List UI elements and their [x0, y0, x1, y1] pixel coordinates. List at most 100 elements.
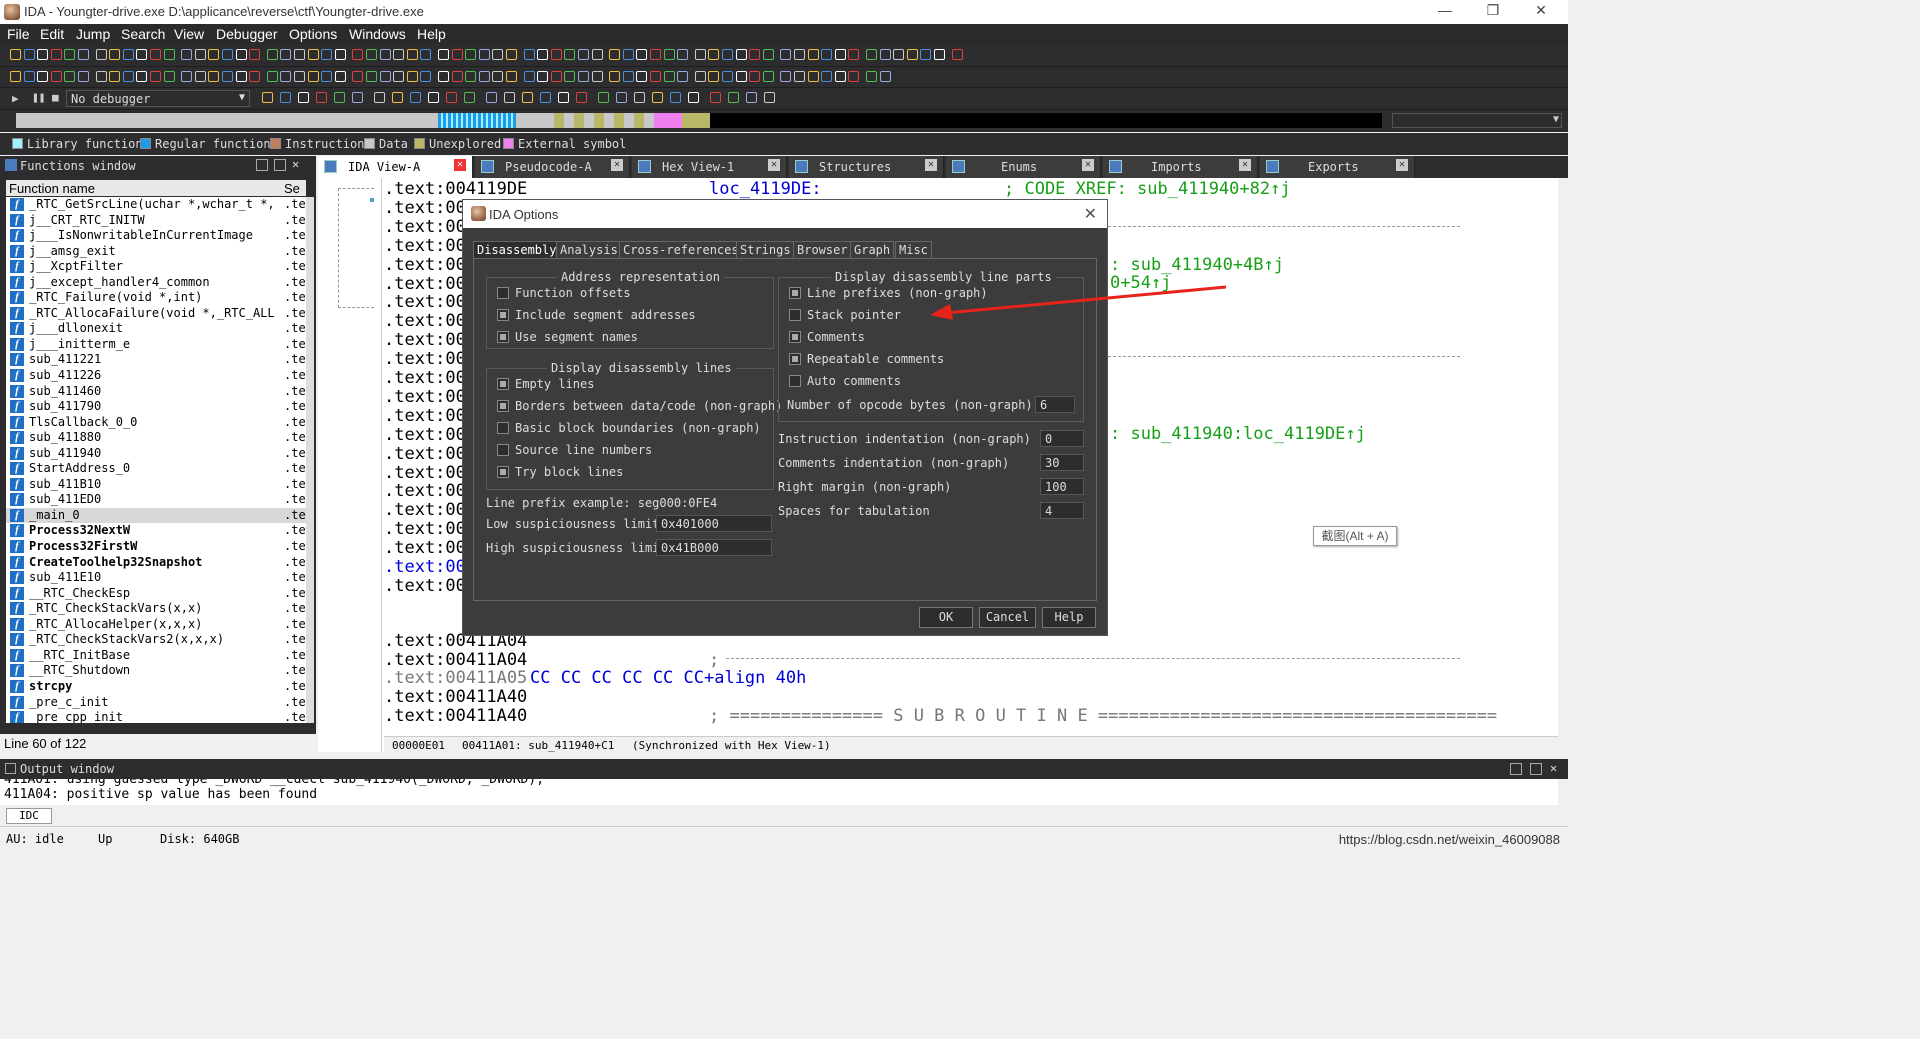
- toolbar-button-icon[interactable]: [392, 92, 403, 103]
- function-list-item[interactable]: f j___IsNonwritableInCurrentImage .te: [6, 228, 306, 244]
- function-list-item[interactable]: f sub_411880 .te: [6, 430, 306, 446]
- toolbar-button-icon[interactable]: [762, 49, 774, 60]
- function-list-item[interactable]: f j__except_handler4_common .te: [6, 275, 306, 291]
- toolbar-button-icon[interactable]: [764, 92, 775, 103]
- basic-block-boundaries-checkbox[interactable]: Basic block boundaries (non-graph): [497, 421, 761, 435]
- close-icon[interactable]: ✕: [454, 159, 466, 171]
- instruction-indentation-input[interactable]: 0: [1040, 430, 1084, 447]
- menu-windows[interactable]: Windows: [349, 26, 406, 42]
- toolbar-button-icon[interactable]: [266, 71, 278, 82]
- toolbar-button-icon[interactable]: [109, 49, 121, 60]
- toolbar-button-icon[interactable]: [506, 71, 517, 82]
- toolbar-button-icon[interactable]: [523, 71, 535, 82]
- toolbar-button-icon[interactable]: [194, 49, 206, 60]
- toolbar-button-icon[interactable]: [428, 92, 439, 103]
- toolbar-button-icon[interactable]: [670, 92, 681, 103]
- try-block-lines-checkbox[interactable]: Try block lines: [497, 465, 623, 479]
- function-list-item[interactable]: f _RTC_GetSrcLine(uchar *,wchar_t *,u… .te: [6, 197, 306, 213]
- toolbar-button-icon[interactable]: [578, 49, 589, 60]
- tab-spaces-input[interactable]: 4: [1040, 502, 1084, 519]
- toolbar-button-icon[interactable]: [64, 71, 76, 82]
- menu-search[interactable]: Search: [121, 26, 165, 42]
- toolbar-button-icon[interactable]: [746, 92, 757, 103]
- tab-enums[interactable]: Enums ✕: [946, 156, 1101, 178]
- toolbar-button-icon[interactable]: [222, 71, 233, 82]
- toolbar-button-icon[interactable]: [663, 49, 675, 60]
- toolbar-button-icon[interactable]: [762, 71, 774, 82]
- function-list-item[interactable]: f TlsCallback_0_0 .te: [6, 415, 306, 431]
- function-list-item[interactable]: f sub_411460 .te: [6, 384, 306, 400]
- toolbar-button-icon[interactable]: [23, 49, 35, 60]
- toolbar-button-icon[interactable]: [506, 49, 517, 60]
- function-list-item[interactable]: f _RTC_CheckStackVars2(x,x,x) .te: [6, 632, 306, 648]
- toolbar-button-icon[interactable]: [194, 71, 206, 82]
- toolbar-button-icon[interactable]: [465, 71, 477, 82]
- toolbar-button-icon[interactable]: [710, 92, 721, 103]
- toolbar-button-icon[interactable]: [634, 92, 645, 103]
- toolbar-button-icon[interactable]: [866, 71, 877, 82]
- function-list-item[interactable]: f _RTC_Failure(void *,int) .te: [6, 290, 306, 306]
- stop-icon[interactable]: ■: [52, 91, 59, 104]
- menu-options[interactable]: Options: [289, 26, 337, 42]
- toolbar-button-icon[interactable]: [537, 49, 549, 60]
- toolbar-button-icon[interactable]: [150, 49, 161, 60]
- toolbar-button-icon[interactable]: [735, 49, 747, 60]
- cancel-button[interactable]: Cancel: [979, 607, 1036, 628]
- toolbar-button-icon[interactable]: [636, 49, 648, 60]
- toolbar-button-icon[interactable]: [109, 71, 121, 82]
- toolbar-button-icon[interactable]: [650, 71, 661, 82]
- toolbar-button-icon[interactable]: [780, 71, 792, 82]
- panel-menu-icon[interactable]: [1510, 763, 1522, 775]
- panel-close-icon[interactable]: ✕: [292, 157, 299, 171]
- toolbar-button-icon[interactable]: [780, 49, 792, 60]
- toolbar-button-icon[interactable]: [262, 92, 273, 103]
- function-list-item[interactable]: f _RTC_AllocaHelper(x,x,x) .te: [6, 617, 306, 633]
- toolbar-button-icon[interactable]: [688, 92, 699, 103]
- toolbar-button-icon[interactable]: [37, 71, 49, 82]
- panel-menu-icon[interactable]: [256, 159, 268, 171]
- toolbar-button-icon[interactable]: [294, 71, 305, 82]
- toolbar-button-icon[interactable]: [564, 71, 576, 82]
- function-list-item[interactable]: f sub_411E10 .te: [6, 570, 306, 586]
- right-margin-input[interactable]: 100: [1040, 478, 1084, 495]
- toolbar-button-icon[interactable]: [492, 71, 504, 82]
- toolbar-button-icon[interactable]: [410, 92, 421, 103]
- tab-exports[interactable]: Exports ✕: [1260, 156, 1415, 178]
- toolbar-button-icon[interactable]: [406, 71, 418, 82]
- function-list-item[interactable]: f __RTC_CheckEsp .te: [6, 586, 306, 602]
- function-list-item[interactable]: f CreateToolhelp32Snapshot .te: [6, 555, 306, 571]
- toolbar-button-icon[interactable]: [374, 92, 385, 103]
- help-button[interactable]: Help: [1042, 607, 1096, 628]
- play-icon[interactable]: ▶: [12, 92, 19, 105]
- toolbar-button-icon[interactable]: [622, 71, 634, 82]
- close-icon[interactable]: ✕: [1396, 159, 1408, 171]
- toolbar-button-icon[interactable]: [316, 92, 327, 103]
- auto-comments-checkbox[interactable]: Auto comments: [789, 374, 901, 388]
- toolbar-button-icon[interactable]: [352, 49, 364, 60]
- menu-jump[interactable]: Jump: [76, 26, 110, 42]
- column-function-name[interactable]: Function name: [9, 181, 95, 196]
- toolbar-button-icon[interactable]: [834, 49, 846, 60]
- menu-help[interactable]: Help: [417, 26, 446, 42]
- toolbar-button-icon[interactable]: [136, 49, 148, 60]
- tab-cross-references[interactable]: Cross-references: [619, 241, 743, 259]
- functions-scrollbar[interactable]: [306, 197, 314, 723]
- toolbar-button-icon[interactable]: [636, 71, 648, 82]
- comments-checkbox[interactable]: Comments: [789, 330, 865, 344]
- toolbar-button-icon[interactable]: [591, 71, 603, 82]
- function-list-item[interactable]: f __RTC_Shutdown .te: [6, 663, 306, 679]
- toolbar-button-icon[interactable]: [208, 71, 220, 82]
- include-segment-addresses-checkbox[interactable]: Include segment addresses: [497, 308, 696, 322]
- toolbar-button-icon[interactable]: [677, 49, 689, 60]
- toolbar-button-icon[interactable]: [794, 49, 805, 60]
- toolbar-button-icon[interactable]: [321, 49, 333, 60]
- toolbar-button-icon[interactable]: [848, 49, 860, 60]
- toolbar-button-icon[interactable]: [749, 49, 761, 60]
- tab-strings[interactable]: Strings: [736, 241, 795, 259]
- function-list-item[interactable]: f j__CRT_RTC_INITW .te: [6, 213, 306, 229]
- toolbar-button-icon[interactable]: [722, 71, 733, 82]
- toolbar-button-icon[interactable]: [249, 71, 261, 82]
- column-segment[interactable]: Se: [284, 181, 300, 196]
- toolbar-button-icon[interactable]: [694, 49, 706, 60]
- toolbar-button-icon[interactable]: [420, 49, 432, 60]
